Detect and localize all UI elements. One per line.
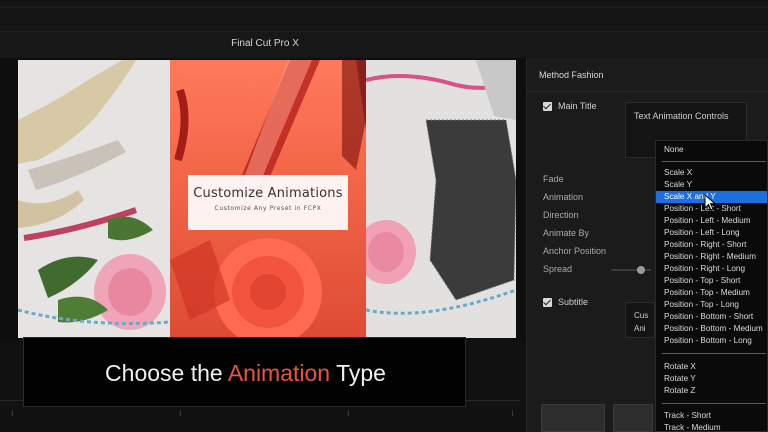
main-title-checkbox[interactable] [543,102,552,111]
menu-item-position-bottom-short[interactable]: Position - Bottom - Short [656,311,767,323]
menu-item-scale-x[interactable]: Scale X [656,167,767,179]
subtitle-controls-box[interactable]: Cus Ani [625,302,655,338]
main-title-label: Main Title [558,101,597,111]
menu-item-position-top-long[interactable]: Position - Top - Long [656,299,767,311]
spread-slider-knob[interactable] [637,266,645,274]
ruler-tick [12,410,13,416]
menu-item-position-bottom-medium[interactable]: Position - Bottom - Medium [656,323,767,335]
menu-separator [662,161,766,162]
inspector-header: Method Fashion [539,70,604,80]
spread-slider-track[interactable] [611,269,651,271]
menu-item-position-left-long[interactable]: Position - Left - Long [656,227,767,239]
preset-thumbnail[interactable] [541,404,605,432]
menu-item-rotate-y[interactable]: Rotate Y [656,373,767,385]
caption-text: Choose the Animation Type [24,360,467,387]
menu-item-track-medium[interactable]: Track - Medium [656,422,767,431]
ruler-tick [348,410,349,416]
ruler-tick [180,410,181,416]
menu-item-position-left-medium[interactable]: Position - Left - Medium [656,215,767,227]
mouse-cursor-icon [704,194,717,211]
top-toolbar-strip [0,0,768,32]
window-titlebar: Final Cut Pro X [0,32,768,58]
caption-suffix: Type [330,360,386,386]
param-animate-by: Animate By [543,228,590,238]
app-title: Final Cut Pro X [231,38,299,49]
photo-panel-left [18,60,170,338]
tutorial-caption: Choose the Animation Type [23,337,466,407]
menu-item-rotate-z[interactable]: Rotate Z [656,385,767,397]
title-card: Customize Animations Customize Any Prese… [188,175,348,230]
menu-item-scale-y[interactable]: Scale Y [656,179,767,191]
param-animation: Animation [543,192,584,202]
param-fade: Fade [543,174,564,184]
caption-prefix: Choose the [105,360,228,386]
menu-item-track-short[interactable]: Track - Short [656,410,767,422]
menu-item-none[interactable]: None [656,144,767,156]
card-subtitle: Customize Any Preset in FCPX [214,205,322,212]
fashion-photo-left [18,60,170,330]
preset-thumbnail[interactable] [613,404,653,432]
photo-panel-right [366,60,516,338]
animation-type-dropdown[interactable]: None Scale X Scale Y Scale X and Y Posit… [655,140,768,432]
menu-item-position-bottom-long[interactable]: Position - Bottom - Long [656,335,767,347]
toolbar-band [0,6,768,8]
video-viewer[interactable]: Customize Animations Customize Any Prese… [18,60,516,338]
menu-item-position-top-medium[interactable]: Position - Top - Medium [656,287,767,299]
inspector-divider [527,91,768,92]
menu-item-position-right-long[interactable]: Position - Right - Long [656,263,767,275]
subtitle-box-text: Cus Ani [634,311,649,333]
menu-item-rotate-x[interactable]: Rotate X [656,361,767,373]
param-spread: Spread [543,264,573,274]
subtitle-label: Subtitle [558,297,589,307]
caption-accent: Animation [227,360,331,386]
card-title: Customize Animations [193,186,343,201]
menu-item-position-right-short[interactable]: Position - Right - Short [656,239,767,251]
param-anchor-position: Anchor Position [543,246,607,256]
menu-item-position-right-medium[interactable]: Position - Right - Medium [656,251,767,263]
menu-separator [662,403,766,404]
menu-separator [662,353,766,354]
fashion-photo-right [366,60,516,315]
subtitle-checkbox[interactable] [543,298,552,307]
ruler-tick [512,410,513,416]
menu-item-position-top-short[interactable]: Position - Top - Short [656,275,767,287]
param-direction: Direction [543,210,579,220]
text-animation-controls-label: Text Animation Controls [634,111,729,121]
